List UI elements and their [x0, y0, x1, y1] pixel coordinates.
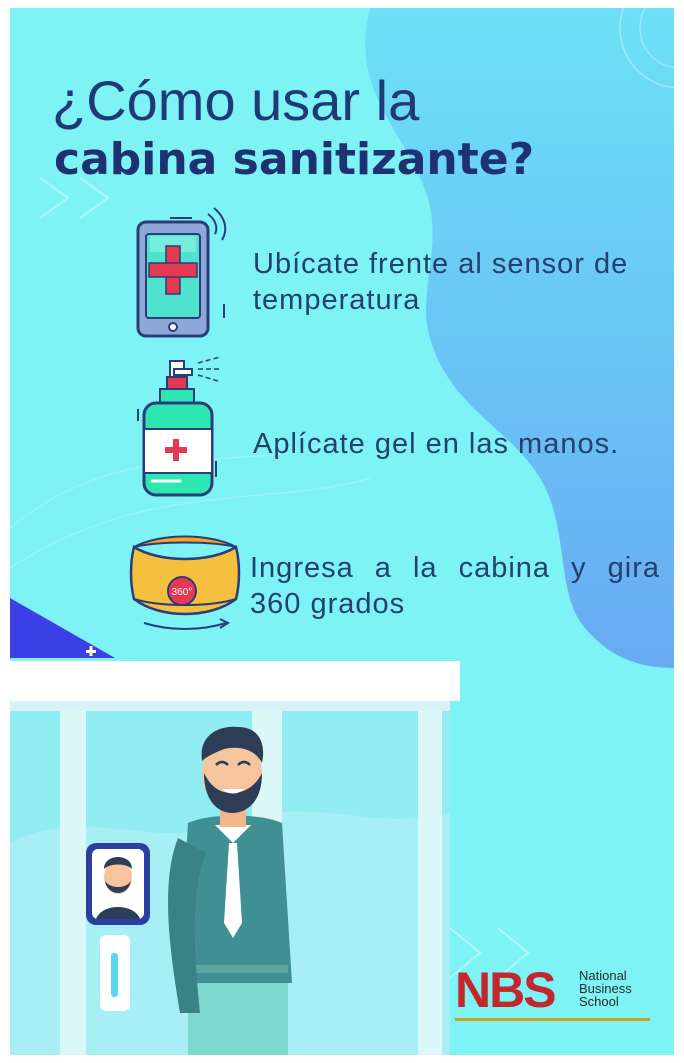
step-1-text: Ubícate frente al sensor de temperatura: [253, 248, 629, 316]
step-2-text: Aplícate gel en las manos.: [253, 428, 620, 460]
logo-underline: [455, 1018, 650, 1021]
face-scanner-screen: [86, 843, 150, 925]
logo-mark: NBS: [455, 962, 557, 1018]
title-line-1: ¿Cómo usar la: [52, 69, 420, 132]
sanitizer-bottle-icon: [137, 356, 222, 497]
poster: ¿Cómo usar la cabina sanitizante? Ubícat…: [10, 8, 674, 1055]
logo-line-3: School: [579, 994, 619, 1009]
nbs-logo: NBS National Business School: [455, 965, 655, 1023]
rotation-badge-text: 360°: [172, 587, 193, 598]
gel-dispenser: [100, 935, 130, 1011]
step-3-text: Ingresa a la cabina y gira 360 grados: [250, 552, 660, 620]
logo-subtitle: National Business School: [579, 969, 632, 1008]
phone-thermometer-icon: [136, 207, 227, 338]
title-line-2: cabina sanitizante?: [54, 134, 535, 185]
rotation-360-icon: 360°: [129, 535, 241, 630]
